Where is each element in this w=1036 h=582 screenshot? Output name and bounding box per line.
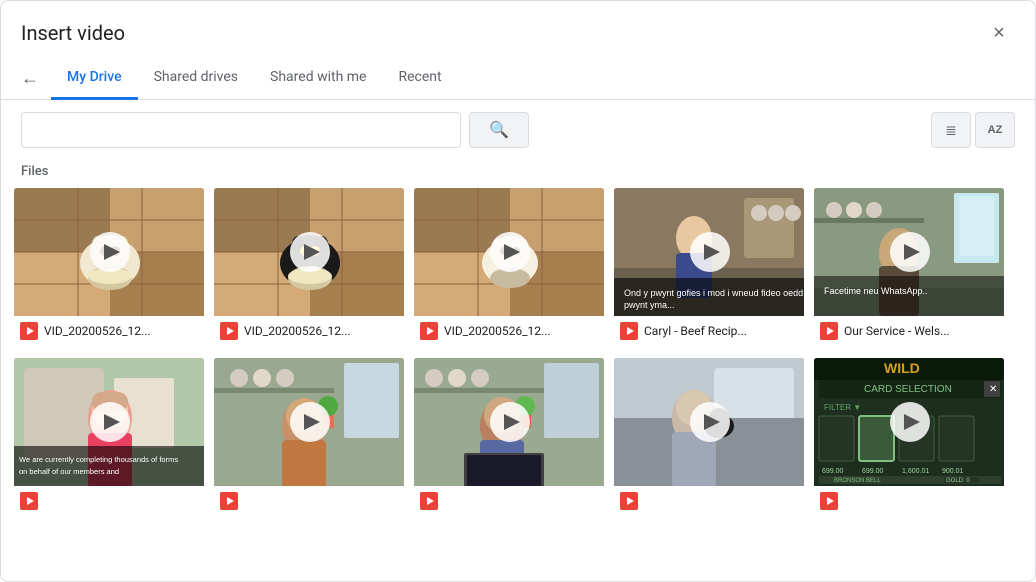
file-type-icon (820, 492, 838, 510)
section-label: Files (1, 160, 1035, 187)
thumbnail (214, 188, 405, 316)
svg-text:Facetime neu WhatsApp..: Facetime neu WhatsApp.. (824, 286, 928, 296)
svg-text:on behalf of our members and: on behalf of our members and (19, 467, 119, 476)
list-view-button[interactable]: ≣ (931, 112, 971, 148)
file-info: VID_20200526_12... (414, 316, 604, 348)
files-grid: VID_20200526_12... (1, 187, 1035, 519)
play-button (490, 232, 530, 272)
file-type-icon (820, 322, 838, 340)
list-item[interactable]: WILD CARD SELECTION ✕ FILTER ▼ (813, 357, 1005, 519)
svg-text:Ond y pwynt gofies i mod i wne: Ond y pwynt gofies i mod i wneud fideo o… (624, 288, 805, 298)
search-bar: 🔍 ≣ AZ (1, 100, 1035, 160)
file-info (14, 486, 204, 518)
play-button (90, 232, 130, 272)
svg-text:699.00: 699.00 (862, 468, 884, 475)
back-button[interactable]: ← (21, 68, 39, 89)
svg-text:1,600.01: 1,600.01 (902, 468, 929, 475)
search-button[interactable]: 🔍 (469, 112, 529, 148)
play-button (290, 232, 330, 272)
tab-recent[interactable]: Recent (382, 57, 457, 100)
svg-text:We are currently completing th: We are currently completing thousands of… (19, 455, 178, 464)
list-item[interactable]: VID_20200526_12... (213, 187, 405, 349)
list-item[interactable]: VID_20200526_12... (413, 187, 605, 349)
file-type-icon (620, 322, 638, 340)
file-info (614, 486, 804, 518)
play-button (90, 402, 130, 442)
search-input[interactable] (21, 112, 461, 148)
thumbnail (414, 358, 605, 486)
play-button (890, 402, 930, 442)
file-type-icon (220, 492, 238, 510)
thumbnail (14, 188, 205, 316)
view-controls: ≣ AZ (931, 112, 1015, 148)
search-icon: 🔍 (489, 120, 509, 140)
file-name: VID_20200526_12... (444, 324, 551, 338)
file-type-icon (420, 322, 438, 340)
list-icon: ≣ (945, 122, 957, 139)
list-item[interactable] (613, 357, 805, 519)
file-type-icon (620, 492, 638, 510)
play-button (890, 232, 930, 272)
file-name: Our Service - Wels... (844, 324, 950, 338)
tab-my-drive[interactable]: My Drive (51, 57, 138, 100)
list-item[interactable]: Facetime neu WhatsApp.. Our Service - We… (813, 187, 1005, 349)
play-button (490, 402, 530, 442)
thumbnail: Facetime neu WhatsApp.. (814, 188, 1005, 316)
file-name: VID_20200526_12... (44, 324, 151, 338)
svg-text:GOLD: 0: GOLD: 0 (946, 478, 970, 484)
file-info: Caryl - Beef Recip... (614, 316, 804, 348)
file-info (814, 486, 1004, 518)
svg-text:699.00: 699.00 (822, 468, 844, 475)
file-type-icon (220, 322, 238, 340)
svg-text:pwynt yma...: pwynt yma... (624, 300, 675, 310)
thumbnail: WILD CARD SELECTION ✕ FILTER ▼ (814, 358, 1005, 486)
svg-text:900.01: 900.01 (942, 468, 964, 475)
dialog-title: Insert video (21, 21, 125, 45)
thumbnail: We are currently completing thousands of… (14, 358, 205, 486)
play-button (690, 232, 730, 272)
list-item[interactable] (413, 357, 605, 519)
svg-text:WILD: WILD (884, 360, 920, 376)
svg-text:CARD SELECTION: CARD SELECTION (864, 384, 952, 395)
file-name: Caryl - Beef Recip... (644, 324, 747, 338)
list-item[interactable]: VID_20200526_12... (13, 187, 205, 349)
dialog-container: Insert video × ← My Drive Shared drives … (1, 1, 1035, 519)
tabs-bar: ← My Drive Shared drives Shared with me … (1, 57, 1035, 100)
play-button (290, 402, 330, 442)
tab-shared-with-me[interactable]: Shared with me (254, 57, 382, 100)
file-info: VID_20200526_12... (14, 316, 204, 348)
file-type-icon (20, 492, 38, 510)
sort-button[interactable]: AZ (975, 112, 1015, 148)
thumbnail (414, 188, 605, 316)
file-type-icon (420, 492, 438, 510)
thumbnail (614, 358, 805, 486)
file-name: VID_20200526_12... (244, 324, 351, 338)
file-info (414, 486, 604, 518)
file-type-icon (20, 322, 38, 340)
close-button[interactable]: × (983, 17, 1015, 49)
thumbnail: Ond y pwynt gofies i mod i wneud fideo o… (614, 188, 805, 316)
dialog-header: Insert video × (1, 1, 1035, 49)
svg-text:FILTER ▼: FILTER ▼ (824, 403, 861, 412)
svg-text:BRONSON BELL: BRONSON BELL (834, 478, 881, 484)
thumbnail (214, 358, 405, 486)
play-button (690, 402, 730, 442)
file-info: Our Service - Wels... (814, 316, 1004, 348)
back-icon: ← (21, 68, 39, 89)
file-info: VID_20200526_12... (214, 316, 404, 348)
list-item[interactable]: Ond y pwynt gofies i mod i wneud fideo o… (613, 187, 805, 349)
svg-text:✕: ✕ (989, 384, 997, 395)
sort-icon: AZ (988, 124, 1003, 136)
tab-shared-drives[interactable]: Shared drives (138, 57, 254, 100)
list-item[interactable] (213, 357, 405, 519)
file-info (214, 486, 404, 518)
list-item[interactable]: We are currently completing thousands of… (13, 357, 205, 519)
